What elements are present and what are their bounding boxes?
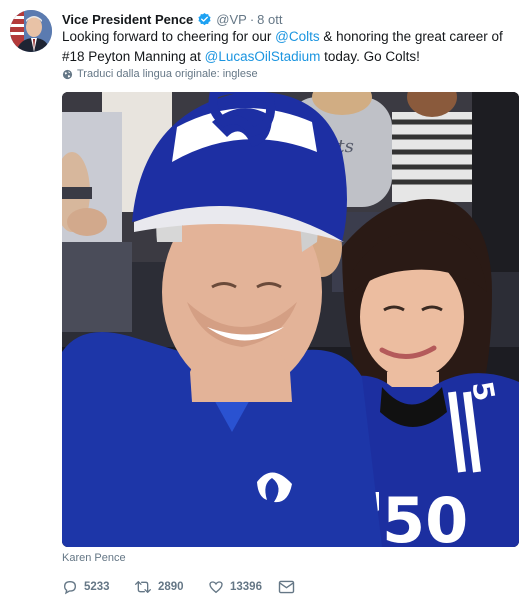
- mention-lucasoilstadium-link[interactable]: @LucasOilStadium: [205, 49, 321, 64]
- like-button[interactable]: 13396: [208, 579, 278, 595]
- reply-icon: [63, 580, 77, 595]
- translate-link[interactable]: Traduci dalla lingua originale: inglese: [62, 68, 258, 80]
- author-name[interactable]: Vice President Pence: [62, 12, 193, 27]
- jersey-number: 50: [382, 484, 468, 547]
- tweet-time[interactable]: 8 ott: [257, 12, 282, 27]
- retweet-button[interactable]: 2890: [134, 579, 208, 595]
- heart-icon: [209, 581, 223, 594]
- retweet-count: 2890: [158, 581, 184, 593]
- selfie-photo: Colts 50 5: [62, 92, 519, 547]
- tweet-text-part: Looking forward to cheering for our: [62, 29, 276, 44]
- reply-count: 5233: [84, 581, 110, 593]
- tweet: Vice President Pence @VP · 8 ott Looking…: [0, 0, 527, 604]
- envelope-icon: [278, 580, 295, 594]
- avatar[interactable]: [10, 10, 52, 52]
- tweet-actions: 5233 2890 13396: [62, 576, 295, 598]
- mention-colts-link[interactable]: @Colts: [275, 29, 319, 44]
- tweet-text-part: today. Go Colts!: [320, 49, 420, 64]
- translate-label: Traduci dalla lingua originale: inglese: [77, 68, 258, 80]
- tweet-text: Looking forward to cheering for our @Col…: [62, 27, 517, 67]
- separator-dot: ·: [249, 11, 255, 27]
- tweet-photo[interactable]: Colts 50 5: [62, 92, 519, 547]
- author-handle[interactable]: @VP: [216, 12, 247, 27]
- globe-icon: [62, 69, 73, 79]
- direct-message-button[interactable]: [278, 580, 295, 594]
- retweet-icon: [135, 581, 151, 593]
- photo-caption[interactable]: Karen Pence: [62, 552, 126, 564]
- like-count: 13396: [230, 581, 262, 593]
- reply-button[interactable]: 5233: [62, 579, 134, 595]
- verified-badge-icon: [197, 12, 212, 27]
- tweet-header: Vice President Pence @VP · 8 ott: [62, 10, 282, 28]
